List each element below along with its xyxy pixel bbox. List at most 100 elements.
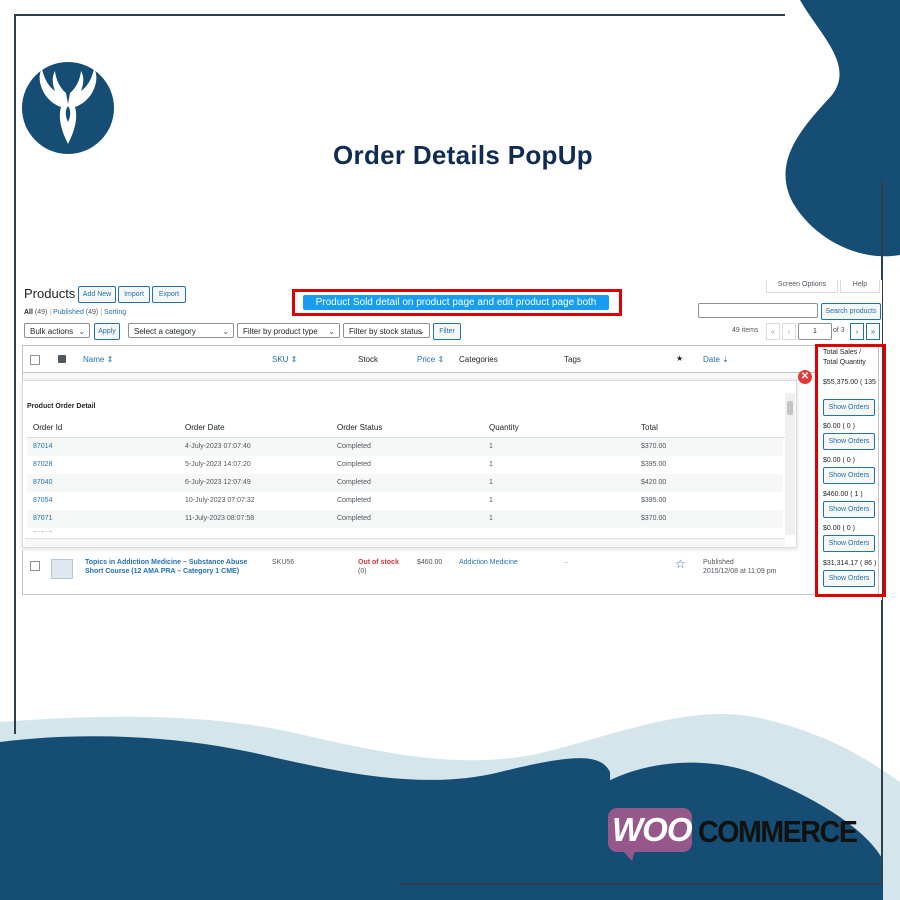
items-count: 49 items (732, 327, 759, 334)
category-select[interactable]: Select a category ⌄ (128, 323, 234, 338)
table-row: 87014 4-July-2023 07:07:40 Completed 1 $370.… (27, 438, 783, 456)
order-date: 5-July-2023 14:07:20 (185, 461, 251, 468)
order-id-link[interactable]: 87040 (33, 474, 52, 492)
current-page-input[interactable]: 1 (798, 323, 832, 340)
order-status: Completed (337, 443, 371, 450)
featured-star-icon[interactable]: ★ (676, 354, 683, 363)
frame-border-bottom (400, 883, 883, 885)
woo-wordmark: WOO (612, 811, 692, 848)
total-sales-highlight-box (815, 344, 886, 597)
page-title: Products (24, 286, 76, 301)
deer-antler-logo-icon (22, 62, 114, 154)
popup-horizontal-scrollbar[interactable] (25, 538, 785, 546)
filter-all-link[interactable]: All (24, 309, 33, 316)
order-total: $395.00 (641, 461, 667, 468)
order-id-link[interactable]: 87054 (33, 492, 52, 510)
column-price[interactable]: Price ⇕ (417, 355, 444, 364)
last-page-button[interactable]: » (866, 323, 880, 340)
order-quantity: 1 (489, 479, 493, 486)
first-page-button[interactable]: « (766, 323, 780, 340)
callout-label: Product Sold detail on product page and … (303, 295, 609, 310)
featured-star-icon[interactable]: ☆ (675, 557, 686, 571)
prev-page-button[interactable]: ‹ (782, 323, 796, 340)
order-status: Completed (337, 461, 371, 468)
order-date: 4-July-2023 07:07:40 (185, 443, 251, 450)
screen-options-tab[interactable]: Screen Options (766, 280, 838, 293)
column-date[interactable]: Date ⇣ (703, 355, 729, 364)
product-thumbnail[interactable] (51, 559, 73, 579)
search-input[interactable] (698, 303, 818, 318)
table-row: 87071 11-July-2023 08:07:58 Completed 1 $370… (27, 510, 783, 528)
image-column-icon (58, 355, 66, 363)
column-sku[interactable]: SKU ⇕ (272, 355, 297, 364)
product-type-select[interactable]: Filter by product type ⌄ (237, 323, 340, 338)
callout-highlight-box: Product Sold detail on product page and … (292, 289, 622, 316)
woo-bubble-tail (622, 850, 635, 861)
popup-vertical-scrollbar[interactable] (785, 393, 795, 535)
table-row: 87040 6-July-2023 12:07:49 Completed 1 $420.… (27, 474, 783, 492)
product-tags: – (564, 559, 568, 566)
scrollbar-thumb[interactable] (787, 401, 793, 415)
header-quantity: Quantity (489, 423, 519, 432)
order-quantity: 1 (489, 497, 493, 504)
commerce-wordmark: COMMERCE (698, 814, 858, 849)
status-filter-links: All (49) | Published (49) | Sorting (24, 309, 127, 316)
order-id-link[interactable]: 87014 (33, 438, 52, 456)
popup-table-header: Order Id Order Date Order Status Quantit… (27, 419, 785, 438)
product-name-link[interactable]: Topics in Addiction Medicine – Substance… (85, 559, 247, 575)
order-total: $395.00 (641, 497, 667, 504)
promo-frame: Order Details PopUp Screen Options Help … (0, 0, 900, 900)
bulk-actions-select[interactable]: Bulk actions ⌄ (24, 323, 90, 338)
apply-button[interactable]: Apply (94, 323, 120, 340)
header-order-date: Order Date (185, 423, 225, 432)
order-quantity: 1 (489, 515, 493, 522)
next-page-button[interactable]: › (850, 323, 864, 340)
stock-status-select[interactable]: Filter by stock status ⌄ (343, 323, 430, 338)
order-total: $370.00 (641, 515, 667, 522)
order-date: 6-July-2023 12:07:49 (185, 479, 251, 486)
select-all-checkbox[interactable] (30, 355, 40, 365)
column-name[interactable]: Name ⇕ (83, 355, 113, 364)
order-date: 10-July-2023 07:07:32 (185, 497, 255, 504)
filter-published-link[interactable]: Published (53, 309, 84, 316)
header-order-id: Order Id (33, 423, 63, 432)
page-headline: Order Details PopUp (333, 140, 593, 170)
order-status: Completed (337, 479, 371, 486)
chevron-down-icon: ⌄ (418, 327, 425, 336)
product-order-detail-popup: Product Order Detail Order Id Order Date… (22, 380, 797, 548)
search-products-button[interactable]: Search products (821, 303, 881, 320)
row-checkbox[interactable] (30, 561, 40, 571)
add-new-button[interactable]: Add New (78, 286, 116, 303)
product-sku: SKU56 (272, 559, 295, 566)
table-row: 87054 10-July-2023 07:07:32 Completed 1 $395… (27, 492, 783, 510)
sorting-link[interactable]: Sorting (104, 309, 126, 316)
order-quantity: 1 (489, 443, 493, 450)
table-row: 87028 5-July-2023 14:07:20 Completed 1 $395.… (27, 456, 783, 474)
help-tab[interactable]: Help (840, 280, 880, 293)
order-quantity: 1 (489, 461, 493, 468)
admin-screenshot: Screen Options Help Products Add New Imp… (22, 280, 886, 600)
export-button[interactable]: Export (152, 286, 186, 303)
frame-border-left (14, 14, 16, 734)
product-stock: Out of stock (0) (358, 559, 399, 575)
woocommerce-logo: WOO COMMERCE (608, 808, 858, 861)
close-icon[interactable]: ✕ (798, 370, 812, 384)
header-total: Total (641, 423, 658, 432)
column-stock: Stock (358, 355, 379, 364)
order-id-link[interactable]: 87028 (33, 456, 52, 474)
order-total: $420.00 (641, 479, 667, 486)
frame-border-top (15, 14, 785, 16)
order-status: Completed (337, 515, 371, 522)
chevron-down-icon: ⌄ (328, 327, 335, 336)
order-date: 11-July-2023 08:07:58 (185, 515, 255, 522)
header-order-status: Order Status (337, 423, 383, 432)
import-button[interactable]: Import (118, 286, 150, 303)
filter-button[interactable]: Filter (433, 323, 461, 340)
popup-title: Product Order Detail (27, 403, 96, 410)
column-categories: Categories (459, 355, 498, 364)
page-of-label: of 3 (833, 327, 845, 334)
chevron-down-icon: ⌄ (222, 327, 229, 336)
order-status: Completed (337, 497, 371, 504)
product-category-link[interactable]: Addiction Medicine (459, 559, 518, 566)
order-id-link[interactable]: 87071 (33, 510, 52, 528)
